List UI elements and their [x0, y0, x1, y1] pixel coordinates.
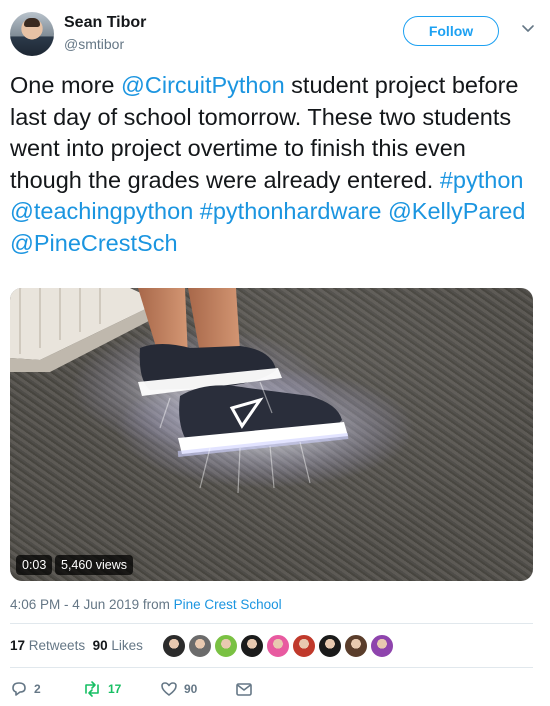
chevron-down-icon[interactable] [521, 22, 535, 36]
tweet-text-segment: One more [10, 72, 122, 98]
follow-button[interactable]: Follow [403, 16, 499, 46]
author-name[interactable]: Sean Tibor [64, 14, 146, 32]
video-timestamp: 0:03 [16, 555, 53, 575]
retweet-count: 17 [108, 682, 122, 696]
tweet-meta: 4:06 PM - 4 Jun 2019 from Pine Crest Sch… [10, 597, 282, 612]
hashtag-link[interactable]: #pythonhardware [200, 198, 382, 224]
reply-count: 2 [34, 682, 41, 696]
reply-button[interactable]: 2 [10, 678, 41, 700]
liker-avatars [162, 634, 402, 660]
liker-avatar[interactable] [266, 634, 290, 658]
reply-icon [12, 682, 26, 696]
retweet-icon [85, 681, 99, 697]
liker-avatar[interactable] [162, 634, 186, 658]
video-frame [10, 288, 415, 494]
liker-avatar[interactable] [370, 634, 394, 658]
retweet-button[interactable]: 17 [82, 678, 121, 700]
liker-avatar[interactable] [188, 634, 212, 658]
tweet-stats: 17 Retweets 90 Likes [10, 638, 143, 653]
hashtag-link[interactable]: #python [440, 167, 524, 193]
video-views: 5,460 views [55, 555, 134, 575]
likes-count[interactable]: 90 [93, 638, 108, 653]
retweets-count[interactable]: 17 [10, 638, 25, 653]
mention-link[interactable]: @teachingpython [10, 198, 193, 224]
like-count: 90 [184, 682, 198, 696]
tweet-source[interactable]: Pine Crest School [174, 597, 282, 612]
like-button[interactable]: 90 [160, 678, 197, 700]
liker-avatar[interactable] [214, 634, 238, 658]
liker-avatar[interactable] [240, 634, 264, 658]
divider [10, 667, 533, 668]
liker-avatar[interactable] [344, 634, 368, 658]
tweet-text: One more @CircuitPython student project … [10, 70, 540, 259]
liker-avatar[interactable] [318, 634, 342, 658]
direct-message-button[interactable] [235, 678, 253, 700]
avatar[interactable] [10, 12, 54, 56]
tweet-time[interactable]: 4:06 PM - 4 Jun 2019 from [10, 597, 174, 612]
tweet-header: Sean Tibor @smtibor Follow [10, 12, 540, 58]
heart-icon [161, 682, 177, 696]
likes-label[interactable]: Likes [111, 638, 143, 653]
mention-link[interactable]: @PineCrestSch [10, 230, 178, 256]
video-player[interactable] [10, 288, 533, 581]
envelope-icon [236, 683, 252, 696]
liker-avatar[interactable] [292, 634, 316, 658]
divider [10, 623, 533, 624]
tweet-actions: 2 17 90 [10, 678, 310, 702]
author-handle[interactable]: @smtibor [64, 36, 124, 52]
retweets-label[interactable]: Retweets [29, 638, 85, 653]
mention-link[interactable]: @CircuitPython [121, 72, 285, 98]
mention-link[interactable]: @KellyPared [388, 198, 526, 224]
